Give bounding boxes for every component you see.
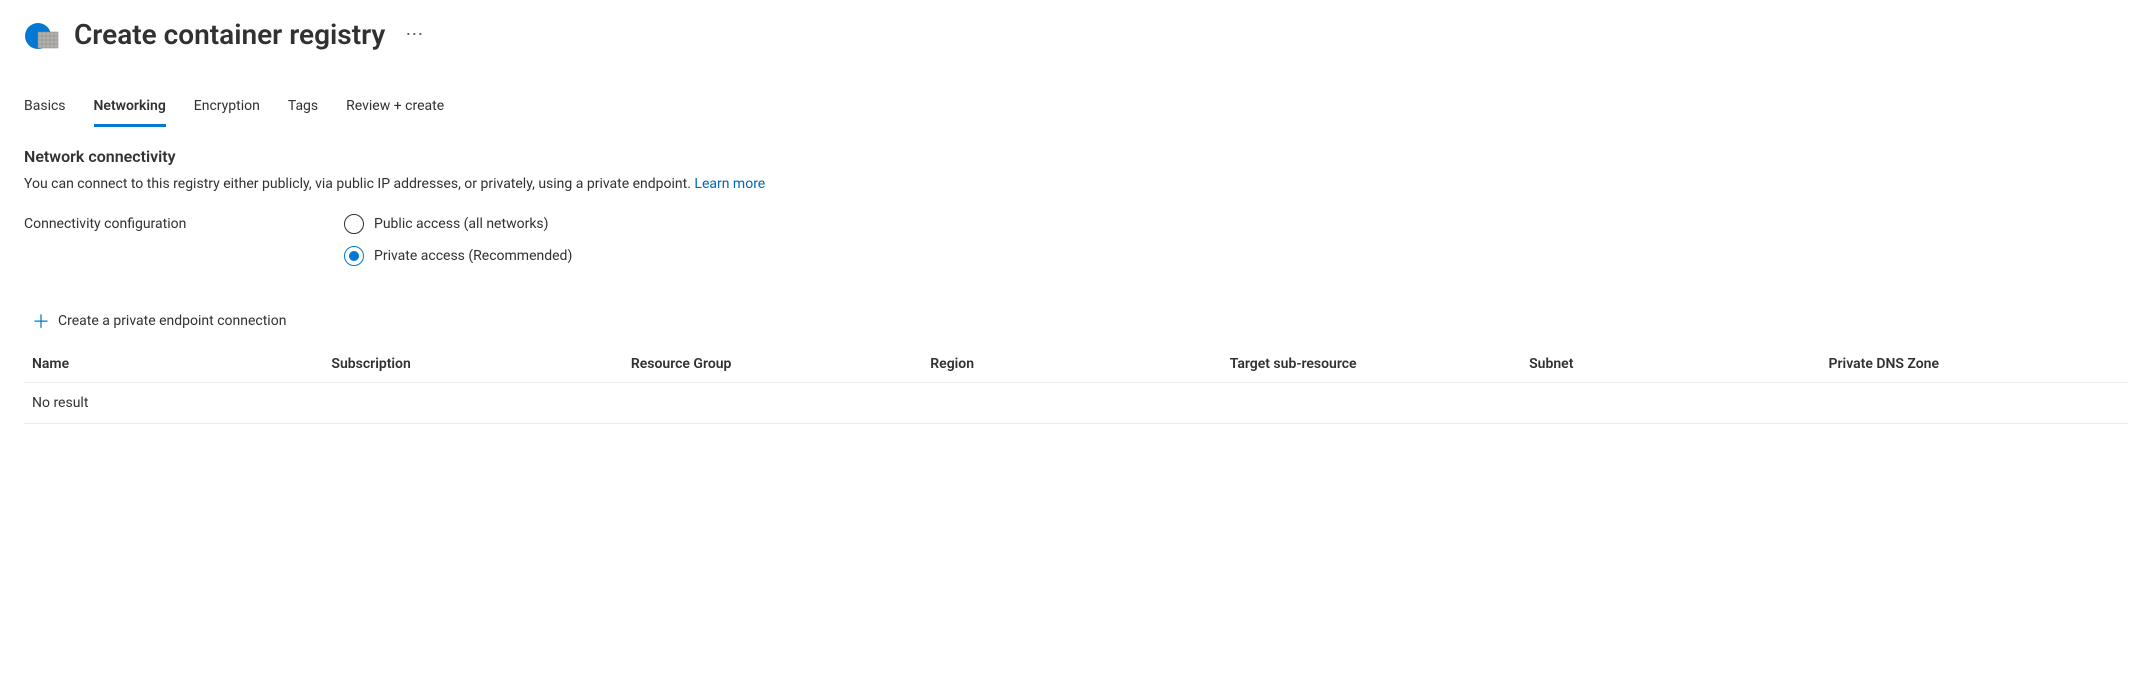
col-subscription: Subscription	[331, 356, 630, 372]
col-resource-group: Resource Group	[631, 356, 930, 372]
col-subnet: Subnet	[1529, 356, 1828, 372]
create-private-endpoint-button[interactable]: ＋ Create a private endpoint connection	[32, 308, 286, 334]
section-description: You can connect to this registry either …	[24, 176, 2128, 192]
connectivity-field: Connectivity configuration Public access…	[24, 214, 2128, 266]
page-header: Create container registry ⋯	[24, 16, 2128, 52]
plus-icon: ＋	[32, 308, 48, 334]
more-icon[interactable]: ⋯	[399, 24, 429, 45]
col-target-sub-resource: Target sub-resource	[1230, 356, 1529, 372]
col-private-dns-zone: Private DNS Zone	[1829, 356, 2128, 372]
learn-more-link[interactable]: Learn more	[694, 176, 765, 192]
tab-review-create[interactable]: Review + create	[346, 92, 444, 127]
tab-encryption[interactable]: Encryption	[194, 92, 260, 127]
container-registry-icon	[24, 16, 60, 52]
tab-tags[interactable]: Tags	[288, 92, 318, 127]
radio-private-access[interactable]: Private access (Recommended)	[344, 246, 572, 266]
radio-private-label: Private access (Recommended)	[374, 248, 572, 264]
col-name: Name	[32, 356, 331, 372]
tabs-bar: Basics Networking Encryption Tags Review…	[24, 92, 2128, 127]
radio-public-label: Public access (all networks)	[374, 216, 549, 232]
section-description-text: You can connect to this registry either …	[24, 176, 694, 192]
connectivity-label: Connectivity configuration	[24, 214, 304, 232]
radio-dot-icon	[349, 251, 359, 261]
tab-basics[interactable]: Basics	[24, 92, 66, 127]
radio-public-access[interactable]: Public access (all networks)	[344, 214, 572, 234]
page-title: Create container registry	[74, 18, 385, 51]
table-empty-row: No result	[24, 383, 2128, 424]
col-region: Region	[930, 356, 1229, 372]
endpoints-table: Name Subscription Resource Group Region …	[24, 346, 2128, 424]
create-private-endpoint-label: Create a private endpoint connection	[58, 313, 286, 329]
radio-circle-icon	[344, 214, 364, 234]
section-heading: Network connectivity	[24, 147, 2128, 166]
table-header-row: Name Subscription Resource Group Region …	[24, 346, 2128, 383]
radio-circle-selected-icon	[344, 246, 364, 266]
connectivity-radio-group: Public access (all networks) Private acc…	[344, 214, 572, 266]
tab-networking[interactable]: Networking	[94, 92, 166, 127]
